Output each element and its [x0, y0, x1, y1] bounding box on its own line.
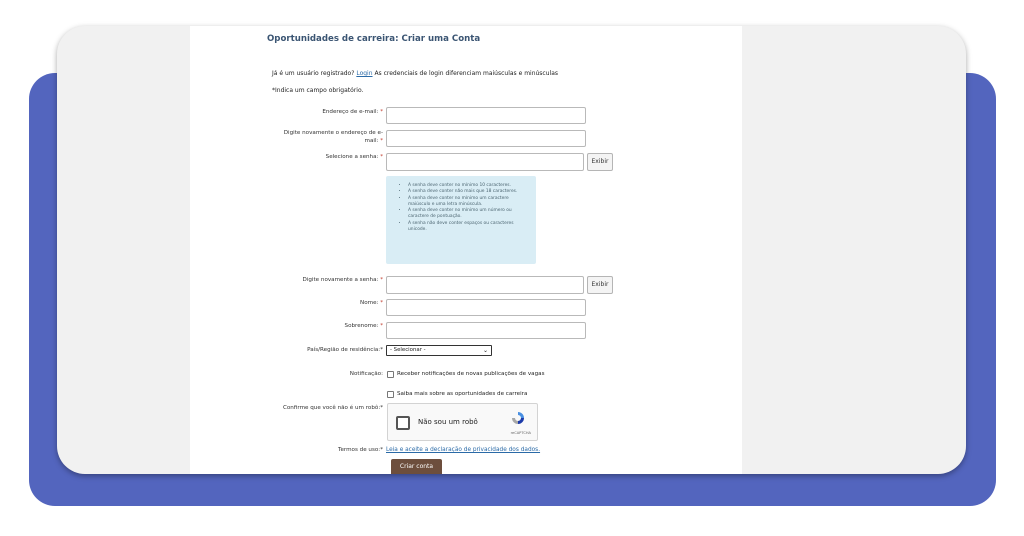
terms-label: Termos de uso:* — [337, 447, 383, 453]
robot-label: Confirme que você não é um robô:* — [282, 405, 383, 411]
page-title: Oportunidades de carreira: Criar uma Con… — [267, 34, 481, 44]
password-rule: A senha não deve conter espaços ou carac… — [408, 221, 528, 234]
login-link[interactable]: Login — [356, 70, 372, 77]
recaptcha-logo-icon — [512, 412, 524, 424]
last-name-label: Sobrenome: * — [344, 323, 383, 329]
password-rules-box: A senha deve conter no mínimo 10 caracte… — [386, 176, 536, 264]
notification-option-text: Receber notificações de novas publicaçõe… — [397, 371, 545, 377]
email-field[interactable] — [386, 107, 586, 124]
careers-checkbox[interactable] — [387, 391, 394, 398]
show-password-button[interactable]: Exibir — [587, 153, 613, 171]
chevron-down-icon: ⌄ — [482, 347, 488, 354]
country-select[interactable]: - Selecionar - ⌄ — [386, 345, 492, 356]
screenshot-card: Oportunidades de carreira: Criar uma Con… — [57, 26, 966, 474]
first-name-field[interactable] — [386, 299, 586, 316]
careers-option-text: Saiba mais sobre as oportunidades de car… — [397, 391, 528, 397]
notification-label: Notificação: — [349, 371, 383, 377]
country-label: País/Região de residência:* — [307, 347, 383, 353]
password-confirm-label: Digite novamente a senha: * — [302, 277, 383, 283]
registration-page: Oportunidades de carreira: Criar uma Con… — [190, 26, 742, 474]
password-field[interactable] — [386, 153, 584, 171]
password-confirm-field[interactable] — [386, 276, 584, 294]
notification-checkbox[interactable] — [387, 371, 394, 378]
last-name-field[interactable] — [386, 322, 586, 339]
recaptcha-brand: reCAPTCHA — [510, 431, 531, 435]
create-account-button[interactable]: Criar conta — [391, 459, 442, 474]
password-label: Selecione a senha: * — [325, 154, 383, 160]
required-note: *Indica um campo obrigatório. — [272, 87, 364, 94]
registered-prefix: Já é um usuário registrado? — [272, 70, 355, 77]
email-confirm-field[interactable] — [386, 130, 586, 147]
recaptcha-checkbox[interactable] — [396, 416, 410, 430]
recaptcha-widget: Não sou um robô reCAPTCHA — [387, 403, 538, 441]
terms-link[interactable]: Leia e aceite a declaração de privacidad… — [386, 447, 540, 453]
password-rule: A senha deve conter no mínimo um número … — [408, 208, 528, 221]
email-label: Endereço de e-mail: * — [322, 109, 383, 115]
email-confirm-label: Digite novamente o endereço de e- mail: … — [283, 130, 383, 144]
password-rule: A senha deve conter no mínimo um caracte… — [408, 196, 528, 209]
first-name-label: Nome: * — [360, 300, 383, 306]
registered-notice: Já é um usuário registrado? Login As cre… — [272, 70, 558, 77]
password-rule: A senha deve conter não mais que 18 cara… — [408, 189, 528, 195]
recaptcha-text: Não sou um robô — [418, 418, 478, 426]
registered-suffix: As credenciais de login diferenciam maiú… — [374, 70, 559, 77]
show-password-confirm-button[interactable]: Exibir — [587, 276, 613, 294]
country-select-value: - Selecionar - — [390, 347, 426, 353]
